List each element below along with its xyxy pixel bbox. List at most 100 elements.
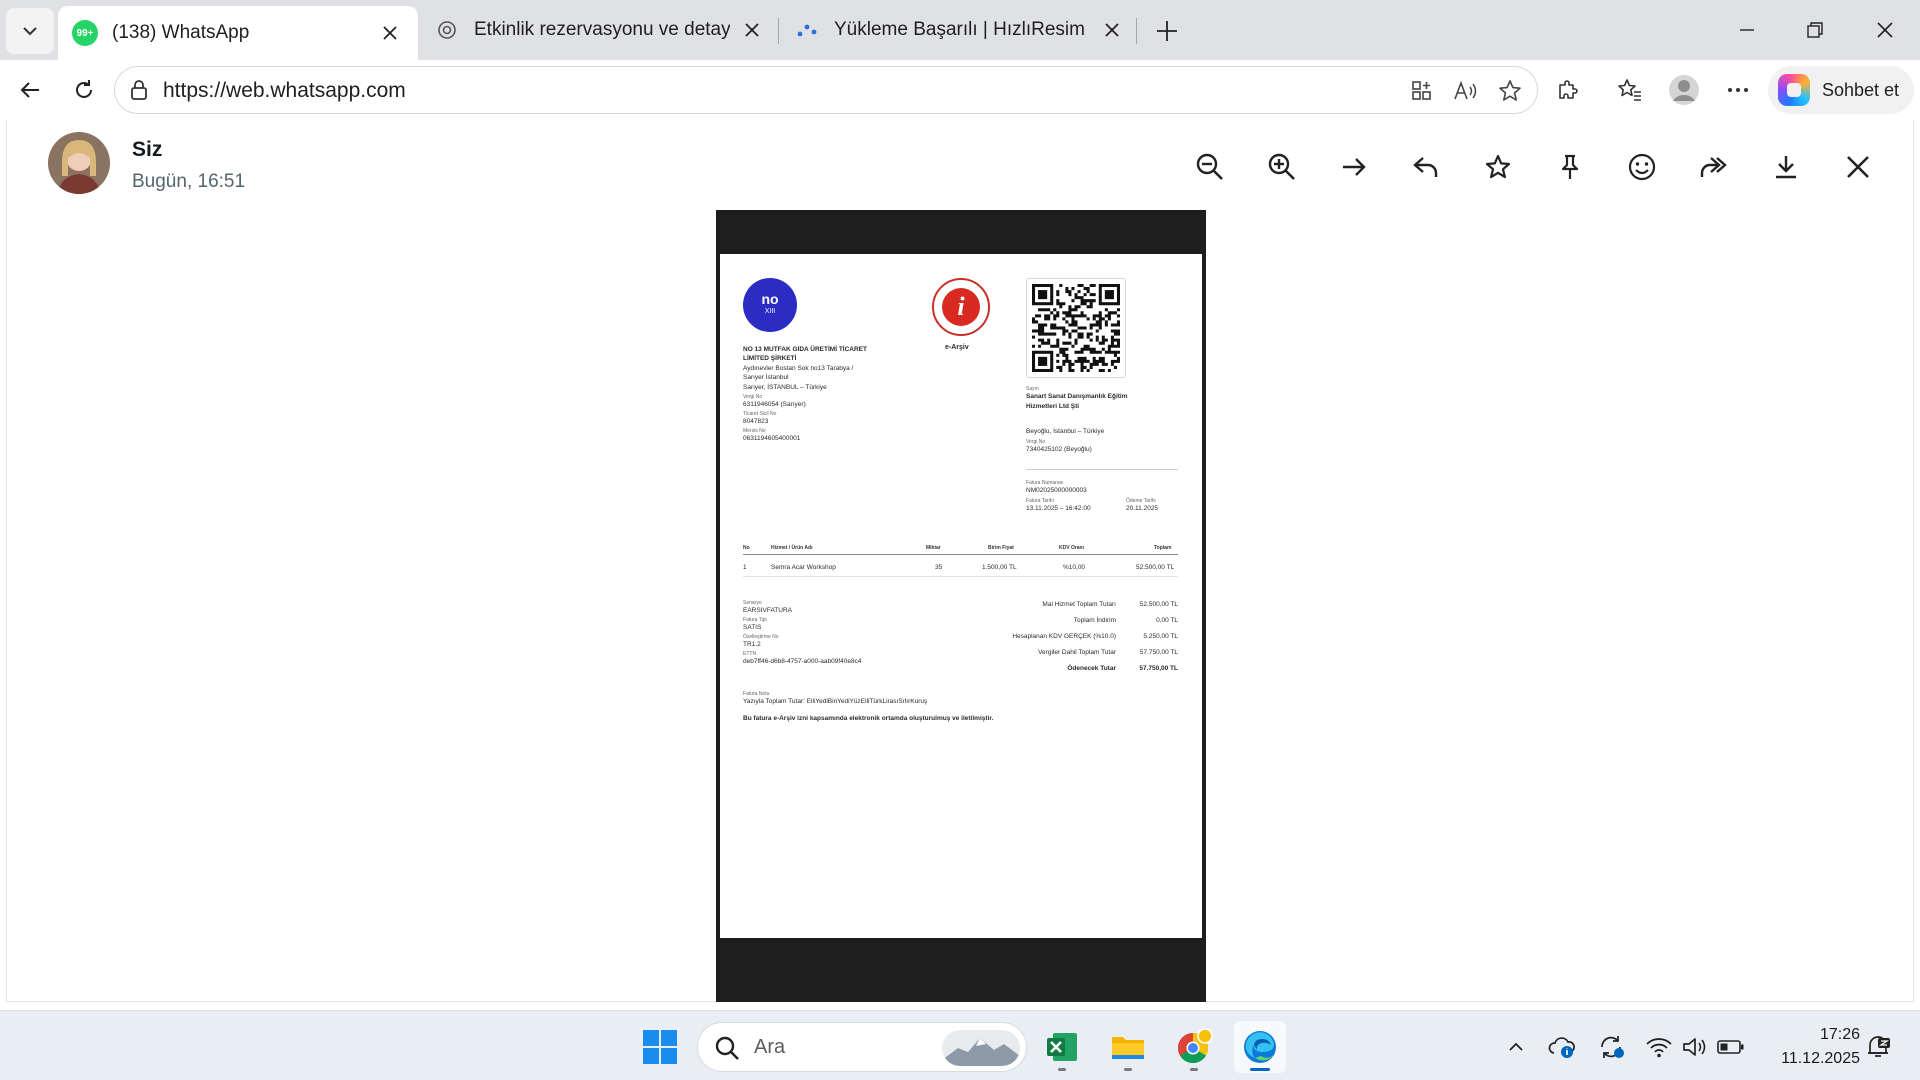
network-status[interactable] — [1641, 1029, 1677, 1065]
extensions-button[interactable] — [1546, 68, 1590, 112]
taskbar-file-explorer[interactable] — [1102, 1021, 1154, 1073]
restore-button[interactable] — [1788, 8, 1842, 52]
more-horizontal-icon — [1728, 88, 1748, 92]
more-options-button[interactable] — [1716, 68, 1760, 112]
running-indicator — [1124, 1068, 1132, 1071]
lock-icon[interactable] — [129, 79, 149, 106]
reply-button[interactable] — [1403, 144, 1449, 190]
total-label: Vergiler Dahil Toplam Tutar — [1038, 649, 1116, 656]
zoom-in-icon — [1268, 153, 1295, 180]
forward-button[interactable] — [1691, 144, 1737, 190]
scenario: EARSIVFATURA — [743, 607, 793, 614]
avatar[interactable] — [48, 132, 110, 194]
sync-icon — [1601, 1036, 1624, 1058]
table-header: KDV Oranı — [1059, 545, 1085, 551]
seller-name-2: LİMİTED ŞİRKETİ — [743, 355, 797, 362]
taskbar-search[interactable]: Ara — [697, 1022, 1027, 1072]
zoom-in-button[interactable] — [1259, 144, 1305, 190]
volume-control[interactable] — [1677, 1029, 1713, 1065]
buyer-name: Sanart Sanat Danışmanlık Eğitim — [1026, 393, 1128, 400]
close-tab-button[interactable] — [738, 16, 766, 44]
seller-address: Aydınevler Bostan Sok no13 Tarabya / — [743, 365, 854, 372]
show-hidden-icons-button[interactable] — [1498, 1029, 1534, 1065]
profile-button[interactable] — [1662, 68, 1706, 112]
folder-icon — [1112, 1037, 1144, 1059]
notifications-button[interactable] — [1860, 1029, 1896, 1065]
puzzle-icon — [1559, 80, 1578, 99]
minimize-button[interactable] — [1720, 8, 1774, 52]
media-image[interactable]: no XIII i e-Arşiv NO 13 MUTFAK GIDA ÜRETİ… — [716, 210, 1206, 1002]
table-cell: 52.500,00 TL — [1136, 564, 1175, 571]
app-available-icon[interactable] — [1407, 76, 1437, 106]
close-tab-button[interactable] — [376, 19, 404, 47]
tab-badge: 99+ — [76, 27, 94, 39]
total-value: 5.250,00 TL — [1143, 633, 1178, 640]
copilot-label: Sohbet et — [1822, 79, 1900, 100]
tab-etkinlik[interactable]: Etkinlik rezervasyonu ve detaylar — [420, 6, 780, 54]
close-icon — [383, 26, 397, 40]
go-to-message-button[interactable] — [1331, 144, 1377, 190]
tab-whatsapp[interactable]: 99+ (138) WhatsApp — [58, 6, 418, 60]
divider — [743, 576, 1178, 577]
invoice-date-label: Fatura Tarihi — [1026, 498, 1054, 504]
hizliresim-icon — [794, 17, 820, 43]
back-button[interactable] — [8, 68, 52, 112]
taskbar-excel[interactable] — [1036, 1021, 1088, 1073]
gib-seal-icon: i — [932, 278, 990, 336]
running-indicator — [1058, 1068, 1066, 1071]
react-button[interactable] — [1619, 144, 1665, 190]
refresh-button[interactable] — [62, 68, 106, 112]
due-date-label: Ödeme Tarihi — [1126, 498, 1156, 504]
close-viewer-button[interactable] — [1835, 144, 1881, 190]
star-button[interactable] — [1475, 144, 1521, 190]
close-tab-button[interactable] — [1098, 16, 1126, 44]
pin-button[interactable] — [1547, 144, 1593, 190]
custom-label: Özelleştirme No — [743, 634, 779, 640]
new-tab-button[interactable] — [1148, 12, 1186, 50]
total-label: Toplam İndirim — [1073, 617, 1116, 624]
battery-icon — [1717, 1040, 1744, 1054]
tab-separator — [778, 18, 779, 44]
restore-icon — [1807, 22, 1823, 38]
system-clock[interactable]: 17:26 11.12.2025 — [1781, 1023, 1860, 1071]
ettn-label: ETTN — [743, 651, 757, 657]
battery-status[interactable] — [1713, 1029, 1749, 1065]
invoice-document: no XIII i e-Arşiv NO 13 MUTFAK GIDA ÜRETİ… — [720, 254, 1202, 938]
search-placeholder: Ara — [754, 1036, 786, 1058]
zoom-out-button[interactable] — [1187, 144, 1233, 190]
taskbar-edge[interactable] — [1234, 1021, 1286, 1073]
close-icon — [745, 23, 759, 37]
copilot-button[interactable]: Sohbet et — [1768, 66, 1914, 114]
tab-hizliresim[interactable]: Yükleme Başarılı | HızlıResim — [780, 6, 1140, 54]
seller-trade-label: Ticaret Sicil No — [743, 411, 777, 417]
search-highlight-icon — [942, 1030, 1020, 1066]
chevron-up-icon — [1509, 1042, 1523, 1051]
clock-time: 17:26 — [1819, 1026, 1860, 1043]
tab-actions-button[interactable] — [6, 8, 54, 54]
sync-status[interactable] — [1594, 1029, 1630, 1065]
ettn: deb7ff46-d6b8-4757-a000-aab09f40e8c4 — [743, 658, 862, 665]
url-text[interactable]: https://web.whatsapp.com — [163, 79, 406, 103]
arrow-right-icon — [1343, 158, 1366, 176]
divider — [1026, 469, 1178, 470]
due-date: 20.11.2025 — [1126, 505, 1159, 512]
read-aloud-icon[interactable] — [1451, 76, 1481, 106]
favorites-button[interactable] — [1608, 68, 1652, 112]
address-bar[interactable]: https://web.whatsapp.com — [114, 66, 1538, 114]
favorite-star-icon[interactable] — [1495, 76, 1525, 106]
custom: TR1.2 — [743, 641, 761, 648]
chrome-icon — [1177, 1028, 1213, 1064]
type-label: Fatura Tipi — [743, 617, 767, 623]
payable-value: 57.750,00 TL — [1139, 665, 1178, 672]
type: SATIS — [743, 624, 762, 631]
total-value: 52.500,00 TL — [1139, 601, 1178, 608]
onedrive-status[interactable] — [1544, 1029, 1580, 1065]
favorites-list-icon — [1618, 79, 1641, 101]
download-button[interactable] — [1763, 144, 1809, 190]
close-window-button[interactable] — [1858, 8, 1912, 52]
tab-title: (138) WhatsApp — [112, 22, 250, 43]
clock-date: 11.12.2025 — [1781, 1050, 1860, 1067]
start-button[interactable] — [634, 1021, 686, 1073]
excel-icon — [1047, 1033, 1077, 1061]
taskbar-chrome[interactable] — [1168, 1021, 1220, 1073]
